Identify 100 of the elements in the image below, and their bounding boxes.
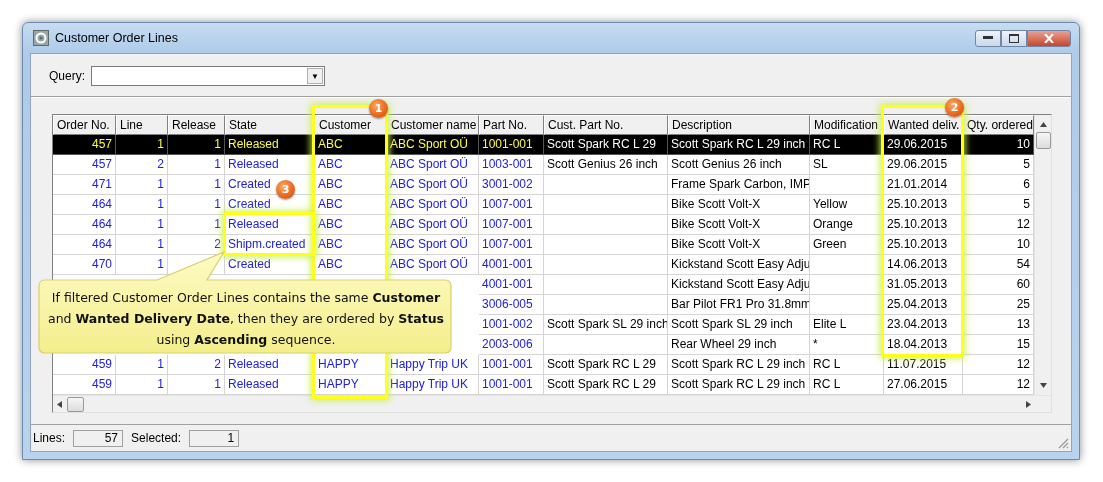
table-cell: 31.05.2013 — [884, 275, 963, 295]
table-cell: 1 — [116, 195, 168, 215]
table-cell: 5 — [963, 195, 1034, 215]
table-cell: 1003-001 — [479, 155, 544, 175]
column-header[interactable]: Order No. — [53, 115, 116, 135]
table-cell: 1 — [168, 175, 225, 195]
window-icon — [33, 30, 49, 46]
minimize-button[interactable] — [975, 29, 1001, 47]
table-cell: Released — [225, 355, 315, 375]
table-cell: Scott Spark RC L 29 — [544, 135, 668, 155]
resize-grip-icon[interactable] — [1057, 437, 1069, 449]
table-cell: 13 — [963, 315, 1034, 335]
status-label: Lines: — [33, 431, 66, 445]
table-cell: Scott Spark RC L 29 inch — [668, 135, 810, 155]
column-header[interactable]: Line — [116, 115, 168, 135]
table-cell: 1007-001 — [479, 235, 544, 255]
close-button[interactable] — [1027, 29, 1071, 47]
scroll-left-icon[interactable] — [57, 400, 62, 408]
table-cell: 6 — [963, 175, 1034, 195]
table-cell: Happy Trip UK — [387, 355, 479, 375]
table-cell: 23.04.2013 — [884, 315, 963, 335]
table-cell: 464 — [53, 195, 116, 215]
callout-text: If filtered Customer Order Lines contains the same Customer and Wanted Delivery Date, then they are ordered by Status using Ascending sequence. — [46, 289, 445, 349]
table-cell: 2003-006 — [479, 335, 544, 355]
table-cell: Scott Spark RC L 29 — [544, 355, 668, 375]
table-cell: 1007-001 — [479, 215, 544, 235]
table-cell: 1 — [168, 215, 225, 235]
table-cell: ABC Sport OÜ — [387, 255, 479, 275]
table-cell: 1 — [116, 255, 168, 275]
table-cell: 1 — [168, 155, 225, 175]
table-cell: 25.10.2013 — [884, 235, 963, 255]
table-cell: ABC — [315, 215, 387, 235]
maximize-button[interactable] — [1001, 29, 1027, 47]
column-header[interactable]: Description — [668, 115, 810, 135]
table-cell: 471 — [53, 175, 116, 195]
table-cell: Yellow — [810, 195, 884, 215]
table-cell: 464 — [53, 215, 116, 235]
table-cell: 12 — [963, 355, 1034, 375]
table-cell: 1001-001 — [479, 355, 544, 375]
table-cell: 12 — [963, 215, 1034, 235]
table-cell: 1 — [116, 175, 168, 195]
table-cell: ABC Sport OÜ — [387, 215, 479, 235]
table-cell: ABC — [315, 195, 387, 215]
scroll-down-icon[interactable] — [1039, 383, 1047, 388]
scroll-up-icon[interactable] — [1039, 122, 1047, 127]
table-cell: 2 — [116, 155, 168, 175]
minimize-icon — [983, 36, 993, 40]
column-header[interactable]: Cust. Part No. — [544, 115, 668, 135]
column-header[interactable]: Customer — [315, 115, 387, 135]
table-cell: 2 — [168, 355, 225, 375]
table-cell: 470 — [53, 255, 116, 275]
table-cell: 1 — [116, 215, 168, 235]
column-header[interactable]: Wanted deliv. — [884, 115, 963, 135]
table-cell: Released — [225, 155, 315, 175]
column-header[interactable]: Modification — [810, 115, 884, 135]
table-cell: 25.10.2013 — [884, 215, 963, 235]
table-cell: 11.07.2015 — [884, 355, 963, 375]
table-cell: SL — [810, 155, 884, 175]
step-badge: 2 — [945, 98, 964, 117]
column-header[interactable]: Qty. ordered — [963, 115, 1034, 135]
column-header[interactable]: State — [225, 115, 315, 135]
table-cell: 1 — [116, 135, 168, 155]
scrollbar-thumb[interactable] — [67, 396, 84, 412]
table-cell: 10 — [963, 135, 1034, 155]
column-header[interactable]: Customer name — [387, 115, 479, 135]
table-cell: 4001-001 — [479, 255, 544, 275]
table-cell: RC L — [810, 135, 884, 155]
column-header[interactable]: Part No. — [479, 115, 544, 135]
table-cell: ABC Sport OÜ — [387, 195, 479, 215]
table-cell: 457 — [53, 155, 116, 175]
table-cell: 29.06.2015 — [884, 155, 963, 175]
status-value: 57 — [73, 429, 124, 447]
column-header[interactable]: Release — [168, 115, 225, 135]
scrollbar-thumb[interactable] — [1035, 132, 1051, 149]
close-icon — [1044, 33, 1054, 43]
status-label: Selected: — [131, 431, 182, 445]
table-cell: 459 — [53, 355, 116, 375]
table-cell: 1007-001 — [479, 195, 544, 215]
table-cell: 15 — [963, 335, 1034, 355]
query-label: Query: — [49, 69, 85, 83]
query-dropdown[interactable]: ▼ — [91, 66, 325, 86]
table-cell: Kickstand Scott Easy Adju — [668, 255, 810, 275]
table-cell: 1 — [116, 235, 168, 255]
table-cell: Orange — [810, 215, 884, 235]
table-cell: 29.06.2015 — [884, 135, 963, 155]
table-cell: ABC Sport OÜ — [387, 175, 479, 195]
scroll-right-icon[interactable] — [1026, 400, 1031, 408]
table-cell: Kickstand Scott Easy Adju — [668, 275, 810, 295]
table-cell: 464 — [53, 235, 116, 255]
table-cell: * — [810, 335, 884, 355]
table-cell: 1 — [168, 195, 225, 215]
table-cell: Elite L — [810, 315, 884, 335]
maximize-icon — [1009, 33, 1019, 43]
table-cell: 18.04.2013 — [884, 335, 963, 355]
table-cell: Released — [225, 135, 315, 155]
table-cell: Bike Scott Volt-X — [668, 195, 810, 215]
table-cell: 14.06.2013 — [884, 255, 963, 275]
table-cell: 60 — [963, 275, 1034, 295]
step-badge: 1 — [369, 99, 388, 118]
table-cell: 5 — [963, 155, 1034, 175]
